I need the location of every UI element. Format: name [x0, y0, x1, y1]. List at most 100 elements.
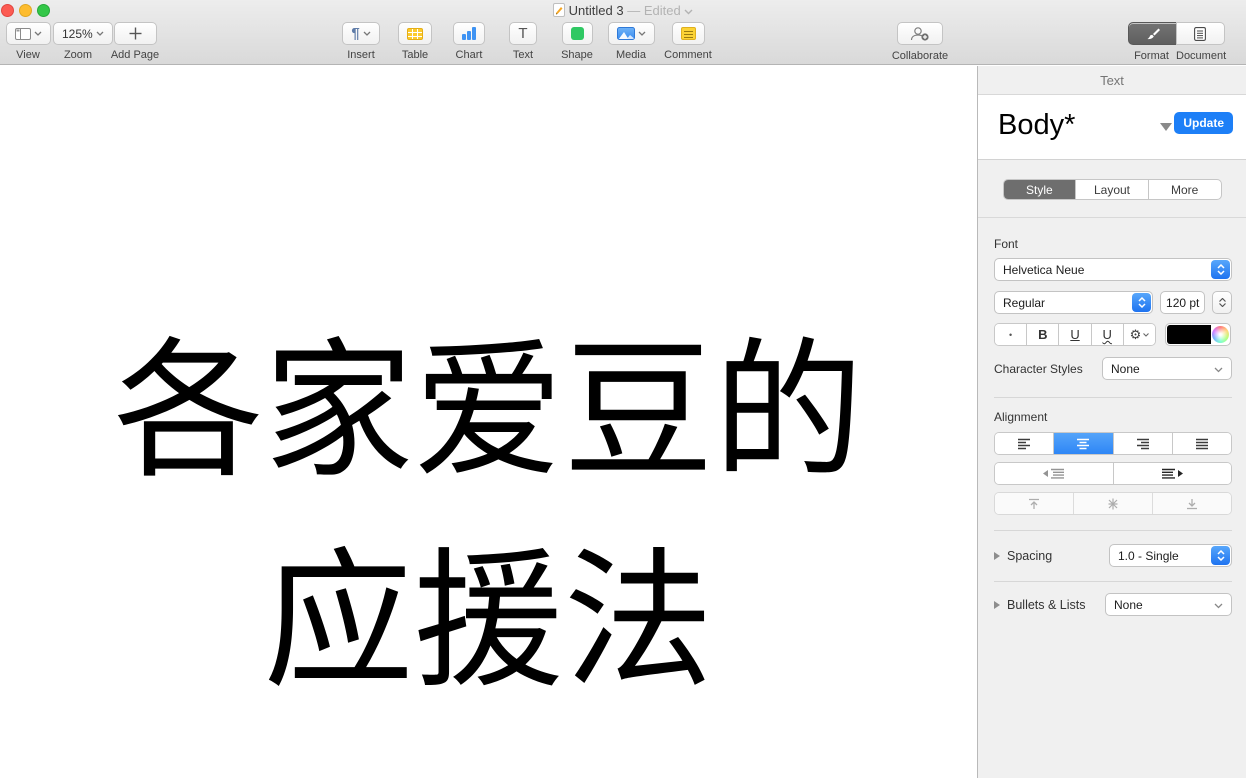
plus-icon	[129, 27, 141, 40]
comment-label: Comment	[664, 49, 712, 61]
zoom-button[interactable]: 125%	[53, 22, 113, 45]
character-styles-value: None	[1111, 361, 1140, 376]
spacing-dropdown[interactable]: 1.0 - Single	[1109, 544, 1232, 567]
font-size-field[interactable]: 120 pt	[1160, 291, 1206, 314]
font-family-dropdown[interactable]: Helvetica Neue	[994, 258, 1232, 281]
align-center-button[interactable]	[1053, 433, 1113, 454]
align-left-button[interactable]	[995, 433, 1054, 454]
add-page-label: Add Page	[110, 49, 160, 61]
comment-button[interactable]	[671, 22, 705, 45]
toolbar-group-insert: ¶ Insert	[338, 22, 384, 61]
document-canvas[interactable]: 各家爱豆的 应援法	[0, 66, 977, 778]
align-middle-button[interactable]	[1073, 493, 1152, 514]
view-button[interactable]	[5, 22, 51, 45]
style-dropdown-arrow-icon[interactable]	[1160, 123, 1172, 131]
toolbar-group-chart: Chart	[447, 22, 491, 61]
toolbar-group-zoom: 125% Zoom	[53, 22, 113, 61]
emphasis-dot-button[interactable]: •	[995, 324, 1027, 345]
tab-more[interactable]: More	[1147, 180, 1221, 199]
align-bottom-button[interactable]	[1152, 493, 1231, 514]
font-family-stepper[interactable]	[1211, 260, 1230, 279]
media-label: Media	[616, 49, 646, 61]
toolbar-group-collaborate: Collaborate	[888, 22, 952, 62]
chevron-down-icon	[638, 31, 645, 36]
font-weight-stepper[interactable]	[1132, 293, 1152, 312]
collaborate-label: Collaborate	[891, 49, 949, 62]
toolbar-group-view: View	[5, 22, 51, 61]
disclosure-triangle-icon	[994, 600, 1000, 609]
media-button[interactable]	[607, 22, 655, 45]
table-icon	[407, 27, 423, 40]
window-title-text: Untitled 3	[568, 3, 624, 18]
table-button[interactable]	[398, 22, 432, 45]
chart-icon	[462, 27, 476, 40]
align-right-icon	[1136, 438, 1149, 449]
font-weight-dropdown[interactable]: Regular	[994, 291, 1154, 314]
text-button[interactable]: T	[509, 22, 537, 45]
chevron-down-icon	[96, 31, 104, 36]
title-chevron-down-icon[interactable]	[684, 9, 693, 15]
toolbar-group-add-page: Add Page	[107, 22, 163, 61]
advanced-options-button[interactable]: ⚙	[1122, 324, 1155, 345]
zoom-label: Zoom	[63, 49, 93, 61]
update-style-button[interactable]: Update	[1174, 112, 1233, 134]
align-bottom-icon	[1187, 498, 1197, 509]
document-button[interactable]	[1175, 22, 1225, 45]
format-button[interactable]	[1127, 22, 1177, 45]
insert-label: Insert	[347, 49, 375, 61]
increase-indent-button[interactable]	[1112, 463, 1231, 484]
window-edited-text: — Edited	[627, 3, 681, 18]
inspector-tabs: Style Layout More	[978, 160, 1246, 218]
document-text-line[interactable]: 各家爱豆的	[0, 306, 977, 516]
align-middle-icon	[1108, 498, 1118, 509]
vertical-alignment-segments	[994, 492, 1232, 515]
paragraph-style-row: Body* Update	[978, 95, 1246, 160]
bullets-disclosure[interactable]: Bullets & Lists	[994, 598, 1086, 612]
align-right-button[interactable]	[1112, 433, 1172, 454]
spacing-disclosure[interactable]: Spacing	[994, 549, 1052, 563]
text-color-well[interactable]	[1167, 325, 1211, 344]
shape-button[interactable]	[561, 22, 593, 45]
text-icon: T	[518, 25, 528, 42]
font-size-stepper[interactable]	[1212, 291, 1232, 314]
character-styles-dropdown[interactable]: None	[1102, 357, 1232, 380]
paragraph-style-name[interactable]: Body*	[998, 109, 1075, 142]
spacing-stepper[interactable]	[1211, 546, 1230, 565]
bullets-dropdown[interactable]: None	[1105, 593, 1232, 616]
bold-button[interactable]: B	[1026, 324, 1059, 345]
toolbar-group-table: Table	[393, 22, 437, 61]
pages-document-icon	[552, 3, 565, 20]
align-top-button[interactable]	[995, 493, 1073, 514]
alignment-section-label: Alignment	[994, 410, 1048, 424]
chart-button[interactable]	[453, 22, 485, 45]
document-text[interactable]: 各家爱豆的 应援法	[0, 306, 977, 726]
add-page-button[interactable]	[113, 22, 157, 45]
indent-segments	[994, 462, 1232, 485]
text-label: Text	[512, 49, 534, 61]
shape-label: Shape	[561, 49, 593, 61]
format-inspector-panel: Text Body* Update Style Layout More Font…	[977, 66, 1246, 778]
align-justify-button[interactable]	[1171, 433, 1231, 454]
spacing-value: 1.0 - Single	[1118, 548, 1179, 563]
chevron-down-icon	[1214, 367, 1223, 373]
chevron-down-icon	[1143, 332, 1150, 337]
toolbar-group-format-document: Format Document	[1127, 22, 1226, 62]
underline-button[interactable]: U	[1058, 324, 1091, 345]
font-weight-value: Regular	[1003, 295, 1046, 310]
toolbar-group-media: Media	[606, 22, 656, 61]
chart-label: Chart	[455, 49, 483, 61]
window-header: Untitled 3 — Edited View 125% Zoom Add P…	[0, 0, 1246, 65]
decrease-indent-icon	[1042, 468, 1064, 479]
color-wheel-button[interactable]	[1212, 326, 1229, 343]
insert-button[interactable]: ¶	[342, 22, 380, 45]
comment-icon	[680, 27, 696, 40]
decrease-indent-button[interactable]	[995, 463, 1113, 484]
tab-layout[interactable]: Layout	[1075, 180, 1148, 199]
collaborate-button[interactable]	[897, 22, 943, 45]
text-color-control	[1165, 323, 1231, 346]
document-text-line[interactable]: 应援法	[0, 516, 977, 726]
wavy-underline-button[interactable]: U	[1090, 324, 1123, 345]
font-section: Font Helvetica Neue Regular 120 pt • B U…	[978, 237, 1246, 616]
tab-style[interactable]: Style	[1003, 180, 1076, 199]
format-label: Format	[1134, 49, 1169, 62]
